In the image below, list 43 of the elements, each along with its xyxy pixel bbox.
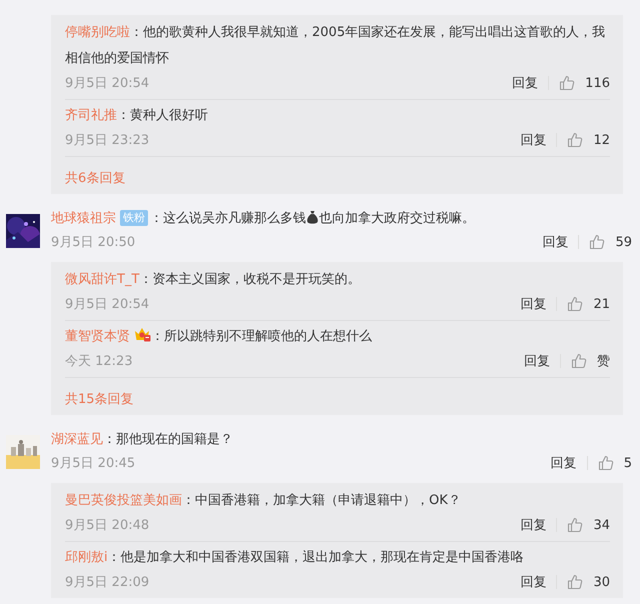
reply-text: 微风甜许T_T：资本主义国家，收税不是开玩笑的。	[65, 271, 362, 289]
timestamp: 9月5日 20:45	[51, 455, 136, 472]
thumbs-up-icon[interactable]	[589, 234, 606, 250]
timestamp: 9月5日 22:09	[65, 574, 150, 591]
timestamp: 9月5日 23:23	[65, 132, 150, 149]
timestamp: 9月5日 20:50	[51, 234, 136, 251]
thumbs-up-icon[interactable]	[567, 517, 584, 533]
thumbs-up-icon[interactable]	[559, 75, 576, 91]
fan-badge: 铁粉	[120, 210, 148, 226]
reply-text: 停嘴别吃啦：他的歌黄种人我很早就知道，2005年国家还在发展，能写出唱出这首歌的人，我相信他的爱国情怀	[65, 24, 606, 68]
like-count[interactable]: 21	[593, 296, 610, 312]
reply-link[interactable]: 回复	[512, 74, 538, 92]
timestamp: 9月5日 20:54	[65, 296, 150, 313]
like-count[interactable]: 12	[593, 132, 610, 148]
comment-text: 地球猿祖宗 铁粉 ：这么说吴亦凡赚那么多钱 也向加拿大政府交过税嘛。	[51, 209, 476, 228]
reply-text: 邱刚敖i：他是加拿大和中国香港双国籍，退出加拿大，那现在肯定是中国香港咯	[65, 549, 525, 567]
reply-link[interactable]: 回复	[520, 573, 546, 591]
reply-text: 齐司礼推：黄种人很好听	[65, 107, 209, 125]
thumbs-up-icon[interactable]	[571, 353, 587, 369]
crown-badge-icon	[134, 327, 151, 342]
timestamp: 9月5日 20:48	[65, 517, 150, 534]
reply-link[interactable]: 回复	[520, 516, 546, 534]
timestamp: 9月5日 20:54	[65, 75, 150, 92]
comment-text: 湖深蓝见：那他现在的国籍是？	[51, 431, 234, 449]
reply-link[interactable]: 回复	[520, 295, 546, 313]
like-count[interactable]: 30	[593, 574, 610, 590]
like-count[interactable]: 116	[585, 76, 610, 90]
thumbs-up-icon[interactable]	[598, 455, 614, 471]
thumbs-up-icon[interactable]	[567, 132, 584, 148]
reply-text: 董智贤本贤 ：所以跳特别不理解喷他的人在想什么	[65, 326, 373, 346]
reply-text: 曼巴英俊投篮美如画：中国香港籍，加拿大籍（申请退籍中），OK？	[65, 492, 462, 510]
thumbs-up-icon[interactable]	[567, 296, 584, 312]
like-count[interactable]: 5	[624, 456, 632, 470]
reply-link[interactable]: 回复	[550, 454, 577, 472]
like-count[interactable]: 59	[615, 234, 632, 250]
like-count[interactable]: 34	[593, 518, 610, 532]
timestamp: 今天 12:23	[65, 353, 134, 370]
money-bag-icon	[307, 210, 318, 224]
reply-link[interactable]: 回复	[542, 233, 568, 251]
thumbs-up-icon[interactable]	[567, 574, 584, 590]
reply-link[interactable]: 回复	[524, 352, 550, 370]
like-count[interactable]: 赞	[597, 352, 610, 370]
reply-link[interactable]: 回复	[520, 131, 546, 149]
